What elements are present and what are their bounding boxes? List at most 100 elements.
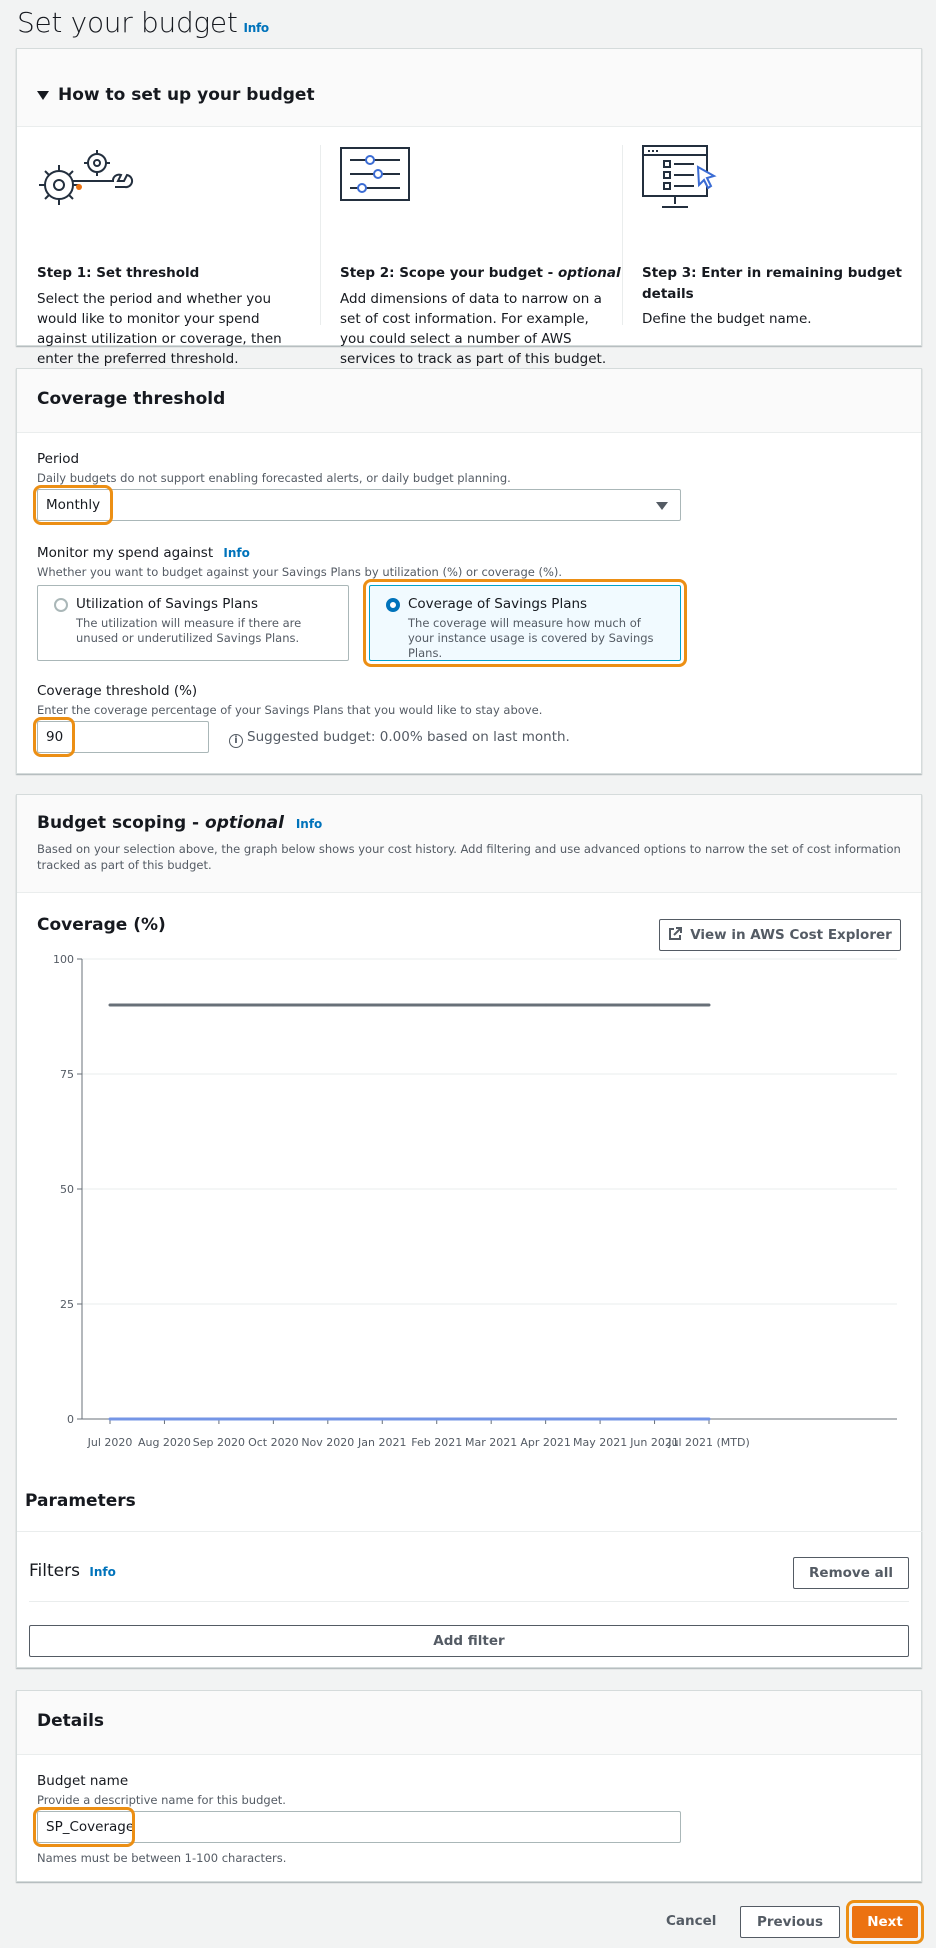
x-tick-label: May 2021 [573, 1436, 627, 1449]
coverage-option-highlight [363, 579, 687, 667]
utilization-radio[interactable] [54, 598, 68, 612]
series-point-1 [326, 1417, 330, 1421]
details-panel: Details Budget name Provide a descriptiv… [16, 1690, 922, 1882]
x-tick-label: Apr 2021 [520, 1436, 571, 1449]
x-tick-label: Jul 2021 (MTD) [667, 1436, 750, 1449]
series-point-0 [598, 1003, 602, 1007]
parameters-title: Parameters [25, 1491, 136, 1511]
series-point-1 [108, 1417, 112, 1421]
divider [29, 1601, 909, 1602]
threshold-label: Coverage threshold (%) [37, 683, 198, 699]
budget-name-highlight [33, 1807, 135, 1847]
scoping-title: Budget scoping - optional Info [37, 813, 323, 833]
scoping-info-link[interactable]: Info [296, 817, 322, 831]
series-point-1 [162, 1417, 166, 1421]
budget-name-desc: Provide a descriptive name for this budg… [37, 1793, 286, 1807]
scoping-desc: Based on your selection above, the graph… [37, 842, 901, 872]
step-1-desc: Select the period and whether you would … [37, 291, 282, 367]
title-info-link[interactable]: Info [244, 21, 270, 35]
step-3-title: Step 3: Enter in remaining budget detail… [642, 265, 902, 302]
x-tick-label: Jul 2020 [87, 1436, 133, 1449]
series-point-0 [217, 1003, 221, 1007]
threshold-desc: Enter the coverage percentage of your Sa… [37, 703, 543, 717]
series-point-1 [271, 1417, 275, 1421]
chart-title: Coverage (%) [37, 915, 166, 935]
budget-name-hint: Names must be between 1-100 characters. [37, 1851, 287, 1865]
series-point-0 [271, 1003, 275, 1007]
divider [17, 1531, 923, 1532]
series-point-1 [544, 1417, 548, 1421]
series-point-1 [435, 1417, 439, 1421]
x-tick-label: Jan 2021 [357, 1436, 406, 1449]
cancel-button[interactable]: Cancel [666, 1913, 716, 1929]
y-tick-label: 75 [60, 1068, 74, 1081]
howto-header[interactable]: How to set up your budget [17, 49, 921, 127]
budget-name-label: Budget name [37, 1773, 129, 1789]
sliders-icon [340, 147, 410, 201]
period-desc: Daily budgets do not support enabling fo… [37, 471, 511, 485]
series-point-0 [544, 1003, 548, 1007]
utilization-option[interactable]: Utilization of Savings Plans The utiliza… [37, 585, 349, 661]
step-divider [622, 145, 623, 325]
series-point-0 [653, 1003, 657, 1007]
remove-all-button[interactable]: Remove all [793, 1557, 909, 1589]
period-label: Period [37, 451, 80, 467]
settings-gears-icon [39, 150, 134, 205]
x-tick-label: Mar 2021 [465, 1436, 517, 1449]
x-tick-label: Feb 2021 [411, 1436, 462, 1449]
details-header: Details [17, 1691, 921, 1755]
threshold-highlight [33, 717, 75, 757]
y-tick-label: 25 [60, 1298, 74, 1311]
series-point-0 [162, 1003, 166, 1007]
period-highlight [33, 485, 113, 525]
filters-info-link[interactable]: Info [89, 1565, 115, 1579]
budget-scoping-panel: Budget scoping - optional Info Based on … [16, 794, 923, 1668]
previous-button[interactable]: Previous [740, 1906, 840, 1938]
y-tick-label: 0 [67, 1413, 74, 1426]
suggested-budget: i Suggested budget: 0.00% based on last m… [229, 729, 570, 748]
scoping-header: Budget scoping - optional Info Based on … [17, 795, 921, 893]
x-tick-label: Oct 2020 [248, 1436, 299, 1449]
next-highlight [846, 1900, 924, 1944]
step-2-title: Step 2: Scope your budget - optional [340, 265, 621, 281]
page-title: Set your budget Info [17, 6, 269, 39]
monitor-cursor-icon [642, 145, 717, 208]
step-2-desc: Add dimensions of data to narrow on a se… [340, 291, 607, 367]
howto-panel: How to set up your budget Step 1: Set th… [16, 48, 922, 367]
info-icon: i [229, 734, 243, 748]
series-point-0 [489, 1003, 493, 1007]
series-point-0 [108, 1003, 112, 1007]
monitor-desc: Whether you want to budget against your … [37, 565, 563, 579]
add-filter-button[interactable]: Add filter [29, 1625, 909, 1657]
monitor-label: Monitor my spend against Info [37, 545, 250, 561]
caret-down-icon[interactable] [37, 91, 49, 100]
series-point-1 [598, 1417, 602, 1421]
monitor-info-link[interactable]: Info [223, 546, 249, 560]
x-tick-label: Sep 2020 [193, 1436, 245, 1449]
step-divider [320, 145, 321, 325]
x-tick-label: Aug 2020 [138, 1436, 191, 1449]
utilization-title: Utilization of Savings Plans [76, 596, 259, 612]
coverage-chart: 0 25 50 75 100 Jul 2020 Aug 2020 Sep 2020 Oct 20… [53, 953, 897, 1449]
series-point-0 [435, 1003, 439, 1007]
series-point-0 [326, 1003, 330, 1007]
caret-down-icon [656, 502, 668, 510]
y-tick-label: 50 [60, 1183, 74, 1196]
y-tick-label: 100 [53, 953, 74, 966]
step-1-title: Step 1: Set threshold [37, 265, 200, 281]
coverage-threshold-panel: Coverage threshold Period Daily budgets … [16, 368, 922, 774]
howto-title: How to set up your budget [58, 85, 315, 105]
step-3-desc: Define the budget name. [642, 311, 812, 327]
details-title: Details [37, 1711, 105, 1731]
period-select[interactable]: Monthly [37, 489, 681, 521]
coverage-title: Coverage threshold [37, 389, 226, 409]
utilization-desc: The utilization will measure if there ar… [76, 616, 302, 645]
series-point-1 [380, 1417, 384, 1421]
series-point-0 [707, 1003, 711, 1007]
series-point-0 [380, 1003, 384, 1007]
series-point-1 [707, 1417, 711, 1421]
filters-title: Filters Info [29, 1561, 116, 1581]
x-tick-label: Nov 2020 [301, 1436, 354, 1449]
coverage-header: Coverage threshold [17, 369, 921, 433]
series-point-1 [653, 1417, 657, 1421]
